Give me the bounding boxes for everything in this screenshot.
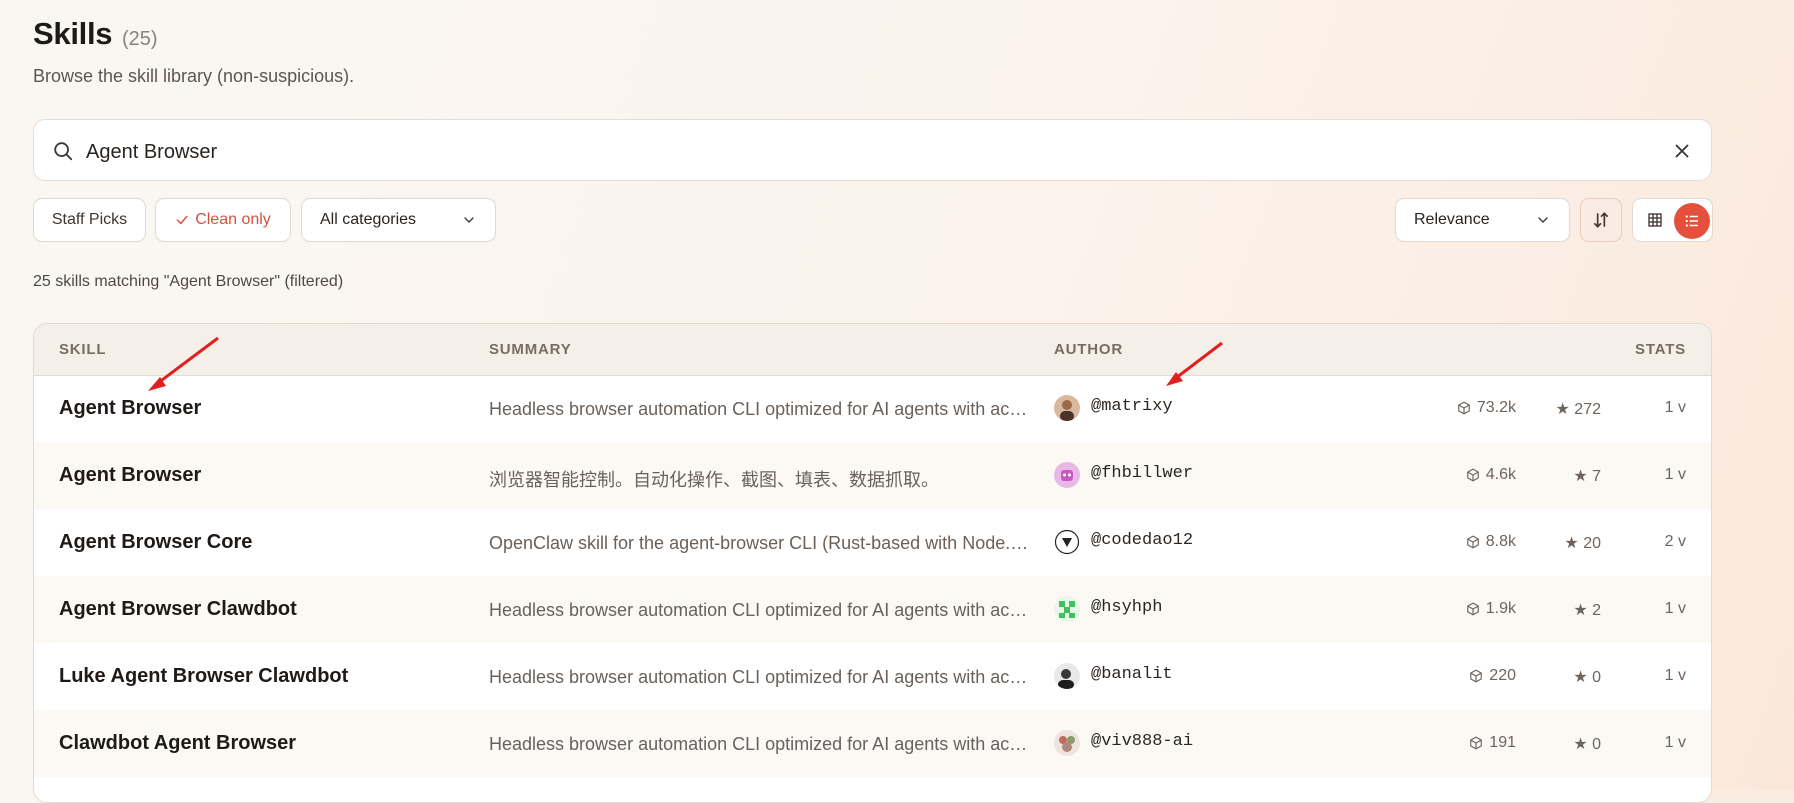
list-icon: [1685, 215, 1698, 227]
skills-table: SKILL SUMMARY AUTHOR STATS Agent Browser…: [33, 323, 1712, 803]
avatar[interactable]: [1054, 529, 1080, 555]
staff-picks-label: Staff Picks: [51, 211, 128, 228]
skill-name[interactable]: Agent Browser Clawdbot: [59, 598, 297, 621]
skill-name[interactable]: Luke Agent Browser Clawdbot: [59, 665, 348, 688]
search-icon: [54, 142, 73, 161]
skill-summary: Headless browser automation CLI optimize…: [489, 734, 1029, 754]
table-row[interactable]: Clawdbot Agent Browser Headless browser …: [34, 710, 1711, 777]
star-count: ★ 20: [1564, 535, 1601, 552]
check-icon: [176, 215, 188, 225]
star-count: ★ 7: [1573, 468, 1601, 485]
chevron-down-icon: [464, 217, 474, 223]
close-icon[interactable]: [1671, 140, 1693, 162]
staff-picks-button[interactable]: Staff Picks: [33, 198, 146, 242]
download-count-value: 4.6k: [1485, 466, 1516, 483]
download-count: 4.6k: [1466, 466, 1516, 484]
package-icon: [1470, 669, 1483, 683]
grid-view-button[interactable]: [1640, 205, 1670, 235]
column-header-summary: SUMMARY: [489, 341, 572, 358]
clean-only-label: Clean only: [195, 211, 271, 228]
sort-arrows-icon: [1593, 212, 1609, 228]
grid-icon: [1648, 213, 1662, 227]
skill-summary: Headless browser automation CLI optimize…: [489, 399, 1029, 419]
avatar[interactable]: [1054, 596, 1080, 622]
download-count-value: 8.8k: [1485, 533, 1516, 550]
package-icon: [1466, 468, 1479, 482]
view-toggle: [1632, 198, 1713, 242]
avatar[interactable]: [1054, 462, 1080, 488]
version-count: 1 v: [1664, 399, 1686, 416]
download-count-value: 73.2k: [1476, 399, 1516, 416]
page-title: Skills: [33, 16, 113, 51]
table-row[interactable]: Agent Browser Headless browser automatio…: [34, 375, 1711, 442]
avatar[interactable]: [1054, 663, 1080, 689]
author-handle[interactable]: @matrixy: [1091, 397, 1173, 416]
chevron-down-icon: [1538, 217, 1548, 223]
download-count: 73.2k: [1457, 399, 1516, 417]
sort-direction-button[interactable]: [1580, 198, 1622, 242]
sort-select[interactable]: Relevance: [1395, 198, 1570, 242]
download-count-value: 191: [1489, 734, 1516, 751]
star-count: ★ 0: [1573, 669, 1601, 686]
page-subtitle: Browse the skill library (non-suspicious…: [33, 66, 355, 86]
table-header: SKILL SUMMARY AUTHOR STATS: [34, 324, 1711, 376]
version-count: 1 v: [1664, 734, 1686, 751]
version-count: 1 v: [1664, 667, 1686, 684]
skill-name[interactable]: Agent Browser Core: [59, 531, 252, 554]
download-count-value: 1.9k: [1485, 600, 1516, 617]
version-count: 1 v: [1664, 600, 1686, 617]
skill-name[interactable]: Agent Browser: [59, 464, 201, 487]
column-header-stats: STATS: [1635, 341, 1686, 358]
author-handle[interactable]: @fhbillwer: [1091, 464, 1193, 483]
skill-summary: Headless browser automation CLI optimize…: [489, 667, 1029, 687]
download-count: 191: [1469, 734, 1516, 752]
author-handle[interactable]: @hsyhph: [1091, 598, 1162, 617]
column-header-author: AUTHOR: [1054, 341, 1123, 358]
category-select-value: All categories: [320, 211, 417, 228]
skill-summary: Headless browser automation CLI optimize…: [489, 600, 1029, 620]
list-view-button[interactable]: [1674, 203, 1710, 239]
author-handle[interactable]: @codedao12: [1091, 531, 1193, 550]
package-icon: [1466, 602, 1479, 616]
star-count: ★ 2: [1573, 602, 1601, 619]
result-count: 25 skills matching "Agent Browser" (filt…: [33, 273, 344, 290]
skill-summary: OpenClaw skill for the agent-browser CLI…: [489, 533, 1029, 553]
category-select[interactable]: All categories: [301, 198, 496, 242]
avatar[interactable]: [1054, 730, 1080, 756]
table-row[interactable]: Agent Browser Clawdbot Headless browser …: [34, 576, 1711, 643]
author-handle[interactable]: @banalit: [1091, 665, 1173, 684]
package-icon: [1466, 535, 1479, 549]
package-icon: [1470, 736, 1483, 750]
table-row[interactable]: Agent Browser Core OpenClaw skill for th…: [34, 509, 1711, 576]
search-bar: [33, 119, 1712, 181]
table-row[interactable]: Agent Browser 浏览器智能控制。自动化操作、截图、填表、数据抓取。 …: [34, 442, 1711, 509]
skill-name[interactable]: Clawdbot Agent Browser: [59, 732, 296, 755]
author-handle[interactable]: @viv888-ai: [1091, 732, 1193, 751]
column-header-skill[interactable]: SKILL: [59, 341, 106, 358]
table-row[interactable]: Luke Agent Browser Clawdbot Headless bro…: [34, 643, 1711, 710]
avatar[interactable]: [1054, 395, 1080, 421]
version-count: 1 v: [1664, 466, 1686, 483]
download-count: 220: [1469, 667, 1516, 685]
skill-count: (25): [122, 28, 158, 50]
version-count: 2 v: [1664, 533, 1686, 550]
download-count: 8.8k: [1466, 533, 1516, 551]
package-icon: [1458, 401, 1470, 415]
clean-only-toggle[interactable]: Clean only: [155, 198, 291, 242]
skill-summary: 浏览器智能控制。自动化操作、截图、填表、数据抓取。: [489, 470, 939, 490]
star-count: ★ 0: [1573, 736, 1601, 753]
star-count: ★ 272: [1555, 401, 1601, 418]
search-input[interactable]: [84, 135, 1608, 169]
skill-name[interactable]: Agent Browser: [59, 397, 201, 420]
download-count: 1.9k: [1466, 600, 1516, 618]
download-count-value: 220: [1489, 667, 1516, 684]
sort-select-value: Relevance: [1414, 211, 1490, 228]
